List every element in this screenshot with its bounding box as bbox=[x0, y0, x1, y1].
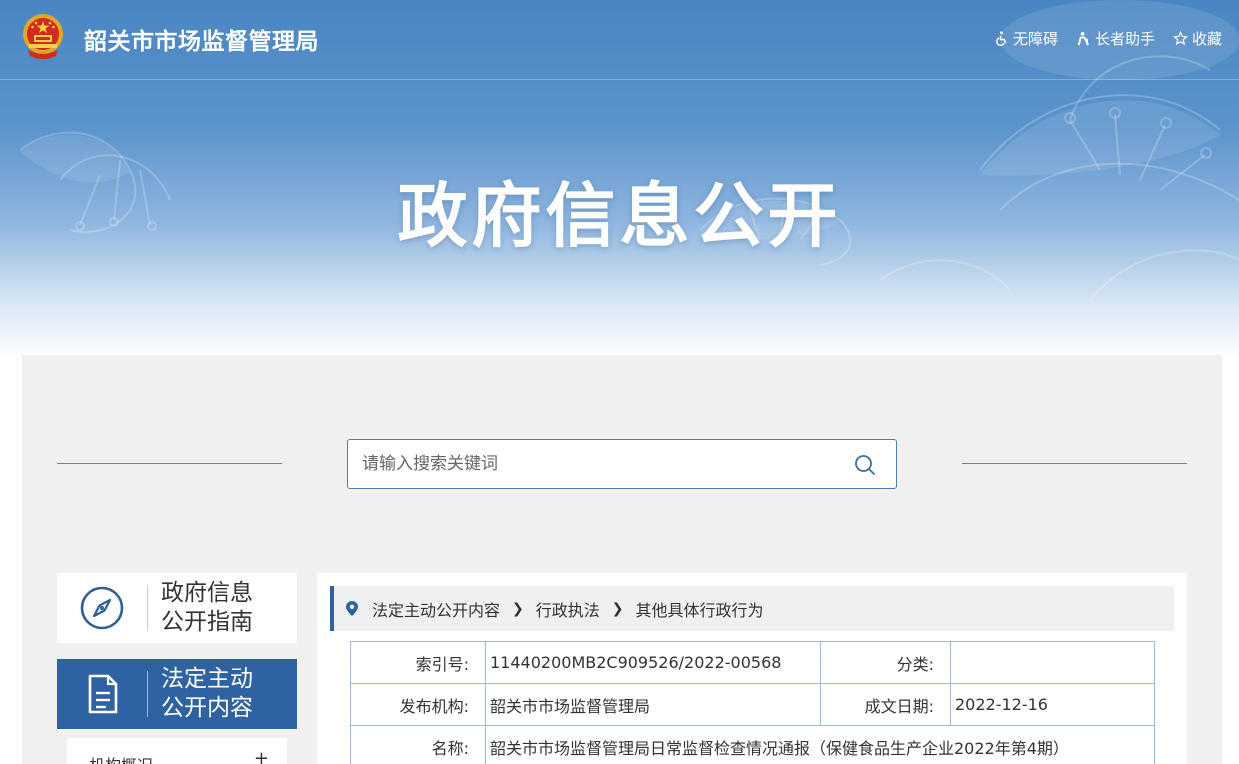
document-meta-table: 索引号: 11440200MB2C909526/2022-00568 分类: 发… bbox=[350, 641, 1155, 764]
main-panel: 政府信息公开指南 法定主动公开内容 机构概况 + 法定主动公开内容 ❯ 行政执法… bbox=[22, 355, 1222, 764]
document-icon bbox=[88, 674, 118, 714]
search-input[interactable] bbox=[362, 440, 842, 488]
publisher-value: 韶关市市场监督管理局 bbox=[485, 683, 821, 726]
sidebar-item-label: 法定主动 公开内容 bbox=[161, 666, 253, 721]
search-icon[interactable] bbox=[854, 454, 876, 476]
search-box bbox=[347, 439, 897, 489]
national-emblem-icon bbox=[23, 14, 63, 59]
breadcrumb-link[interactable]: 行政执法 bbox=[536, 597, 600, 621]
index-label: 索引号: bbox=[350, 641, 486, 684]
sidebar-divider bbox=[147, 585, 148, 631]
table-row: 名称: 韶关市市场监督管理局日常监督检查情况通报（保健食品生产企业2022年第4… bbox=[350, 725, 1155, 764]
top-bar: 韶关市市场监督管理局 无障碍 长者助手 收藏 bbox=[0, 0, 1239, 80]
search-divider-right bbox=[962, 463, 1187, 464]
category-value bbox=[950, 641, 1155, 684]
chevron-right-icon: ❯ bbox=[611, 600, 624, 617]
sidebar-subitem-organization[interactable]: 机构概况 + bbox=[67, 738, 287, 764]
sidebar-item-guide[interactable]: 政府信息 公开指南 bbox=[57, 573, 297, 643]
header-banner: 韶关市市场监督管理局 无障碍 长者助手 收藏 政府信息公开 bbox=[0, 0, 1239, 360]
breadcrumb-link[interactable]: 法定主动公开内容 bbox=[372, 597, 500, 621]
date-value: 2022-12-16 bbox=[950, 683, 1155, 726]
index-value: 11440200MB2C909526/2022-00568 bbox=[485, 641, 821, 684]
publisher-label: 发布机构: bbox=[350, 683, 486, 726]
accessibility-icon bbox=[995, 31, 1007, 46]
chevron-right-icon: ❯ bbox=[512, 600, 524, 617]
name-label: 名称: bbox=[350, 725, 486, 764]
page-title: 政府信息公开 bbox=[397, 175, 842, 257]
category-label: 分类: bbox=[820, 641, 951, 684]
accessibility-button[interactable]: 无障碍 bbox=[994, 28, 1058, 49]
content-card: 法定主动公开内容 ❯ 行政执法 ❯ 其他具体行政行为 索引号: 11440200… bbox=[317, 573, 1187, 764]
sidebar-divider bbox=[147, 671, 148, 717]
breadcrumb: 法定主动公开内容 ❯ 行政执法 ❯ 其他具体行政行为 bbox=[330, 586, 1174, 631]
table-row: 索引号: 11440200MB2C909526/2022-00568 分类: bbox=[350, 641, 1155, 684]
breadcrumb-link[interactable]: 其他具体行政行为 bbox=[636, 597, 764, 621]
name-value: 韶关市市场监督管理局日常监督检查情况通报（保健食品生产企业2022年第4期） bbox=[485, 725, 1155, 764]
elder-helper-label: 长者助手 bbox=[1094, 30, 1155, 48]
elder-helper-button[interactable]: 长者助手 bbox=[1076, 28, 1155, 49]
accessibility-label: 无障碍 bbox=[1012, 30, 1058, 48]
site-name[interactable]: 韶关市市场监督管理局 bbox=[84, 22, 319, 56]
compass-icon bbox=[80, 586, 124, 630]
favorite-label: 收藏 bbox=[1191, 30, 1222, 48]
sidebar-item-label: 政府信息 公开指南 bbox=[161, 580, 253, 635]
expand-icon[interactable]: + bbox=[254, 748, 269, 764]
location-pin-icon bbox=[346, 601, 358, 616]
sidebar-subitem-label: 机构概况 bbox=[89, 752, 153, 764]
elder-helper-icon bbox=[1077, 31, 1089, 46]
favorite-button[interactable]: 收藏 bbox=[1172, 28, 1222, 49]
sidebar-item-mandatory-disclosure[interactable]: 法定主动 公开内容 bbox=[57, 659, 297, 729]
table-row: 发布机构: 韶关市市场监督管理局 成文日期: 2022-12-16 bbox=[350, 683, 1155, 726]
search-divider-left bbox=[57, 463, 282, 464]
date-label: 成文日期: bbox=[820, 683, 951, 726]
toolbar: 无障碍 长者助手 收藏 bbox=[994, 28, 1222, 49]
star-icon bbox=[1172, 31, 1188, 46]
